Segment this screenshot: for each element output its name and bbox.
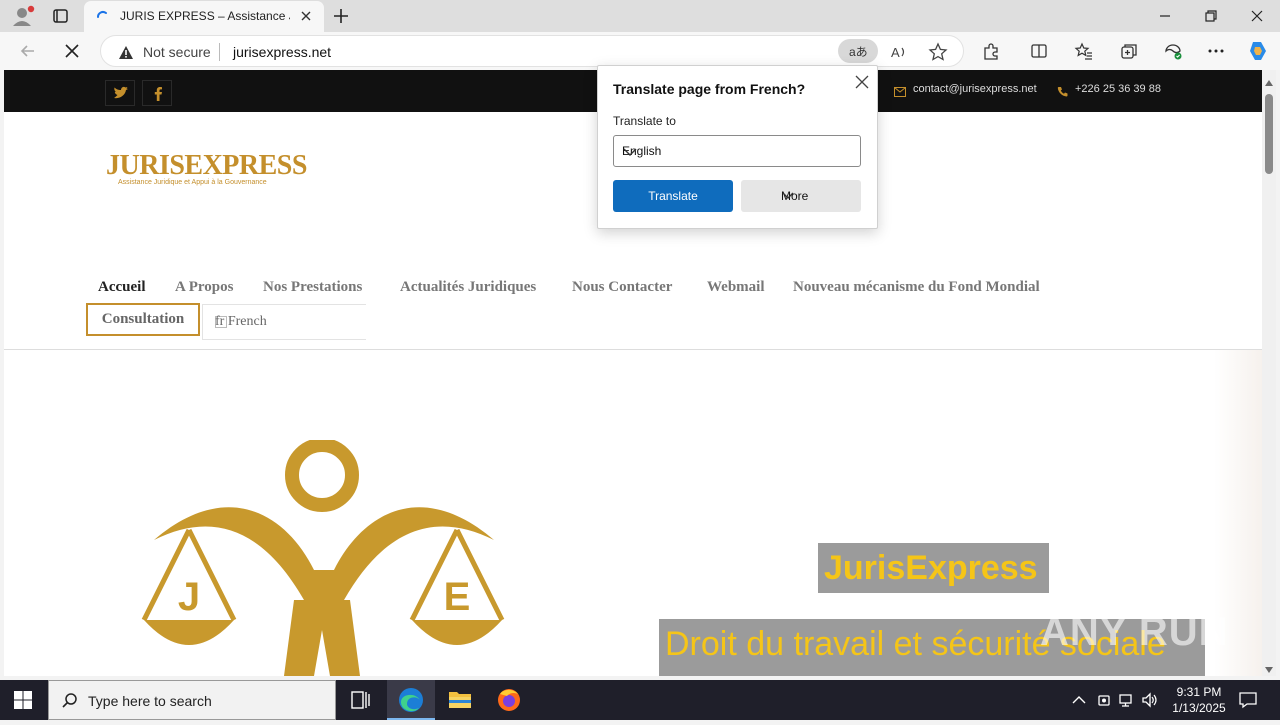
browser-essentials-icon[interactable]	[1163, 41, 1183, 61]
tab-close-icon[interactable]	[299, 9, 313, 28]
emblem-letter-e: E	[444, 575, 471, 619]
notifications-icon[interactable]	[1238, 690, 1258, 715]
hero-title-box: JurisExpress	[818, 543, 1049, 593]
twitter-link[interactable]	[105, 80, 135, 106]
translate-popup: Translate page from French? Translate to…	[597, 65, 878, 229]
loading-spinner-icon	[95, 9, 111, 30]
menu-item-nouveau-mecanisme[interactable]: Nouveau mécanisme du Fond Mondial	[793, 279, 1040, 296]
tab-actions-icon[interactable]	[46, 4, 74, 28]
emblem-letter-j: J	[178, 575, 200, 619]
menu-item-nous-contacter[interactable]: Nous Contacter	[572, 279, 672, 296]
menu-item-actualites-juridiques[interactable]: Actualités Juridiques	[400, 279, 536, 296]
chevron-down-icon	[781, 189, 795, 206]
scroll-down-arrow-icon[interactable]	[1265, 660, 1273, 678]
more-options-button[interactable]: More	[741, 180, 861, 212]
close-window-icon[interactable]	[1247, 6, 1267, 26]
search-icon	[61, 692, 79, 715]
new-tab-plus-icon[interactable]	[330, 5, 352, 27]
search-placeholder: Type here to search	[88, 693, 212, 709]
browser-tab-strip: JURIS EXPRESS – Assistance Juridique	[0, 0, 1280, 32]
contact-email[interactable]: contact@jurisexpress.net	[913, 83, 1037, 95]
copilot-icon[interactable]	[1246, 39, 1270, 63]
read-aloud-icon[interactable]: A	[889, 42, 909, 62]
translate-page-button[interactable]: aあ	[838, 39, 878, 63]
show-hidden-icons-chevron-icon[interactable]	[1070, 691, 1088, 709]
menu-item-a-propos[interactable]: A Propos	[175, 279, 233, 296]
taskbar-firefox-app[interactable]	[485, 680, 533, 720]
menu-item-webmail[interactable]: Webmail	[707, 279, 765, 296]
back-arrow-icon[interactable]	[18, 41, 38, 61]
scroll-up-arrow-icon[interactable]	[1265, 73, 1273, 91]
menu-item-accueil[interactable]: Accueil	[98, 279, 145, 296]
address-separator	[219, 43, 220, 61]
logo-tagline: Assistance Juridique et Appui à la Gouve…	[118, 179, 267, 186]
menu-item-nos-prestations[interactable]: Nos Prestations	[263, 279, 362, 296]
address-bar[interactable]: Not secure jurisexpress.net aあ A	[100, 35, 964, 67]
language-label: fr French	[215, 314, 267, 329]
hero-title: JurisExpress	[824, 549, 1038, 587]
stop-loading-icon[interactable]	[62, 41, 82, 61]
tab-title: JURIS EXPRESS – Assistance Juridique	[120, 9, 290, 23]
phone-icon	[1057, 84, 1068, 102]
email-icon	[894, 84, 906, 102]
url-text[interactable]: jurisexpress.net	[233, 44, 331, 60]
site-logo[interactable]: JURISEXPRESS	[106, 150, 307, 182]
chevron-down-icon	[622, 144, 638, 163]
taskbar-file-explorer-app[interactable]	[436, 680, 484, 720]
warning-triangle-icon[interactable]	[118, 45, 134, 66]
facebook-link[interactable]	[142, 80, 172, 106]
restore-icon[interactable]	[1201, 6, 1221, 26]
split-screen-icon[interactable]	[1029, 41, 1049, 61]
translate-icon: aあ	[849, 45, 868, 59]
security-status-label[interactable]: Not secure	[143, 44, 211, 60]
system-clock[interactable]: 9:31 PM 1/13/2025	[1160, 684, 1238, 716]
favorite-star-icon[interactable]	[928, 42, 948, 62]
popup-title: Translate page from French?	[613, 81, 806, 97]
windows-taskbar: Type here to search 9:31 PM 1/13/2025	[0, 680, 1280, 720]
popup-close-icon[interactable]	[853, 73, 871, 91]
minimize-icon[interactable]	[1155, 6, 1175, 26]
translate-button[interactable]: Translate	[613, 180, 733, 212]
language-selector[interactable]: fr French	[202, 304, 366, 340]
collections-icon[interactable]	[1119, 41, 1139, 61]
browser-tab-active[interactable]: JURIS EXPRESS – Assistance Juridique	[84, 1, 324, 32]
clock-date: 1/13/2025	[1172, 701, 1226, 715]
tray-app-icon[interactable]	[1095, 691, 1113, 709]
header-divider	[4, 349, 1262, 350]
consultation-button[interactable]: Consultation	[86, 303, 200, 336]
network-icon[interactable]	[1118, 691, 1136, 709]
juris-express-emblem: J E	[134, 438, 514, 676]
favorites-list-icon[interactable]	[1074, 41, 1094, 61]
extensions-puzzle-icon[interactable]	[981, 41, 1001, 61]
profile-avatar-icon[interactable]	[8, 4, 36, 28]
scrollbar-thumb[interactable]	[1265, 94, 1273, 174]
clock-time: 9:31 PM	[1176, 685, 1222, 699]
target-language-select[interactable]: English	[613, 135, 861, 167]
taskbar-edge-app[interactable]	[387, 680, 435, 720]
translate-to-label: Translate to	[613, 114, 676, 128]
contact-phone[interactable]: +226 25 36 39 88	[1075, 83, 1161, 95]
page-scrollbar[interactable]	[1262, 70, 1276, 676]
windows-start-icon[interactable]	[14, 691, 32, 714]
anyrun-watermark: ANY RUN	[1040, 610, 1229, 654]
settings-more-icon[interactable]	[1206, 41, 1226, 61]
svg-text:A: A	[891, 45, 900, 60]
taskbar-search-box[interactable]: Type here to search	[48, 680, 336, 720]
volume-icon[interactable]	[1141, 691, 1159, 709]
task-view-button[interactable]	[336, 680, 384, 720]
